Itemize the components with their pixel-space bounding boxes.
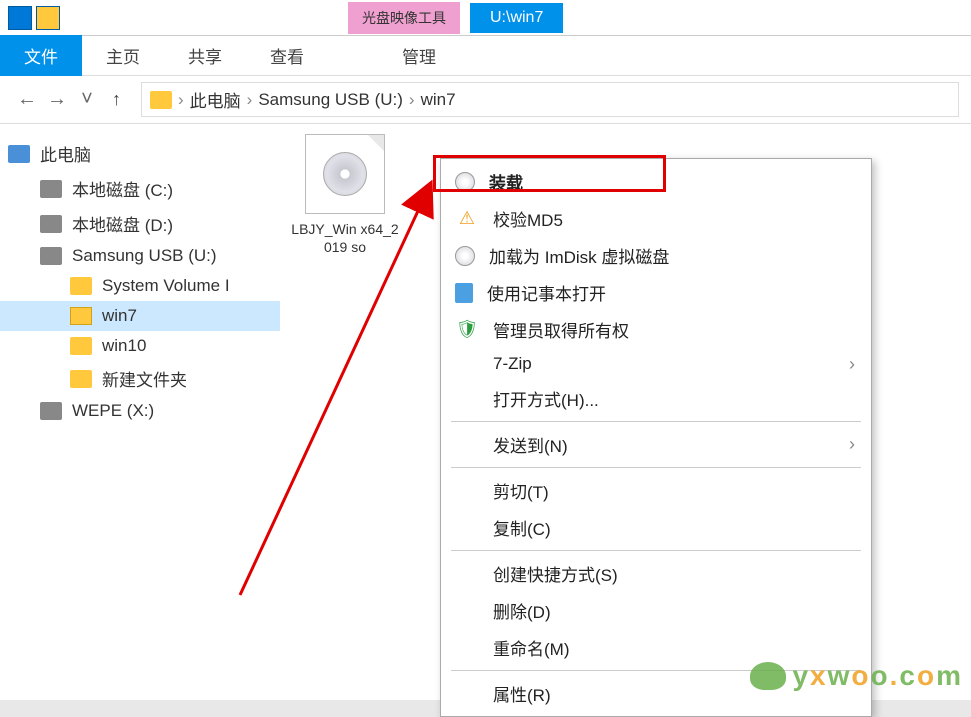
ctx-copy[interactable]: 复制(C) bbox=[441, 509, 871, 546]
tree-label: 新建文件夹 bbox=[102, 366, 187, 391]
watermark: yxwoo.com bbox=[750, 660, 963, 692]
chevron-right-icon: › bbox=[849, 354, 855, 375]
ctx-mount[interactable]: 装载 bbox=[441, 163, 871, 200]
ctx-label: 校验MD5 bbox=[493, 206, 563, 231]
folder-icon bbox=[70, 277, 92, 295]
ctx-openwith[interactable]: 打开方式(H)... bbox=[441, 380, 871, 417]
folder-open-icon bbox=[70, 307, 92, 325]
disc-icon bbox=[323, 152, 367, 196]
ctx-label: 复制(C) bbox=[493, 515, 551, 540]
watermark-logo-icon bbox=[750, 662, 786, 690]
ctx-label: 剪切(T) bbox=[493, 478, 549, 503]
disk-icon bbox=[40, 402, 62, 420]
ctx-label: 7-Zip bbox=[493, 354, 532, 374]
tree-label: System Volume I bbox=[102, 276, 230, 296]
tree-item-sysvol[interactable]: System Volume I bbox=[0, 271, 280, 301]
ctx-label: 使用记事本打开 bbox=[487, 280, 606, 305]
iso-file-icon bbox=[305, 134, 385, 214]
tree-item-win10[interactable]: win10 bbox=[0, 331, 280, 361]
nav-back-button[interactable]: ← bbox=[12, 88, 42, 111]
folder-icon bbox=[70, 337, 92, 355]
tree-label: 此电脑 bbox=[40, 141, 91, 166]
ctx-md5[interactable]: ⚠ 校验MD5 bbox=[441, 200, 871, 237]
ctx-label: 加载为 ImDisk 虚拟磁盘 bbox=[489, 243, 669, 268]
ctx-label: 装载 bbox=[489, 169, 523, 194]
context-menu: 装载 ⚠ 校验MD5 加载为 ImDisk 虚拟磁盘 使用记事本打开 🛡 管理员… bbox=[440, 158, 872, 717]
file-name-label: LBJY_Win x64_2019 so bbox=[290, 220, 400, 256]
pc-icon bbox=[8, 145, 30, 163]
chevron-right-icon: › bbox=[849, 434, 855, 455]
window-title: U:\win7 bbox=[470, 3, 563, 33]
tree-item-disk-c[interactable]: 本地磁盘 (C:) bbox=[0, 171, 280, 206]
breadcrumb[interactable]: › 此电脑 › Samsung USB (U:) › win7 bbox=[141, 82, 959, 117]
ctx-label: 重命名(M) bbox=[493, 635, 569, 660]
nav-up-button[interactable]: ↑ bbox=[102, 89, 131, 110]
ctx-7zip[interactable]: 7-Zip › bbox=[441, 348, 871, 380]
file-item-iso[interactable]: LBJY_Win x64_2019 so bbox=[290, 134, 400, 256]
breadcrumb-sep: › bbox=[247, 90, 253, 110]
tree-item-pc[interactable]: 此电脑 bbox=[0, 136, 280, 171]
breadcrumb-item-usb[interactable]: Samsung USB (U:) bbox=[258, 90, 403, 110]
separator bbox=[451, 467, 861, 468]
folder-icon bbox=[36, 6, 60, 30]
separator bbox=[451, 550, 861, 551]
separator bbox=[451, 421, 861, 422]
ctx-label: 打开方式(H)... bbox=[493, 386, 599, 411]
tab-share[interactable]: 共享 bbox=[164, 35, 246, 76]
tree-label: Samsung USB (U:) bbox=[72, 246, 217, 266]
tree-label: WEPE (X:) bbox=[72, 401, 154, 421]
ctx-label: 属性(R) bbox=[493, 681, 551, 706]
tab-manage[interactable]: 管理 bbox=[378, 35, 460, 76]
ctx-admin-own[interactable]: 🛡 管理员取得所有权 bbox=[441, 311, 871, 348]
disc-icon bbox=[455, 172, 475, 192]
ctx-label: 删除(D) bbox=[493, 598, 551, 623]
tree-item-wepe[interactable]: WEPE (X:) bbox=[0, 396, 280, 426]
watermark-text: yxwoo.com bbox=[792, 660, 963, 692]
titlebar-icons bbox=[0, 6, 68, 30]
nav-tree: 此电脑 本地磁盘 (C:) 本地磁盘 (D:) Samsung USB (U:)… bbox=[0, 124, 280, 700]
disc-icon bbox=[455, 246, 475, 266]
app-icon bbox=[8, 6, 32, 30]
ctx-notepad[interactable]: 使用记事本打开 bbox=[441, 274, 871, 311]
shield-warn-icon: ⚠ bbox=[455, 207, 479, 231]
navbar: ← → ˅ ↑ › 此电脑 › Samsung USB (U:) › win7 bbox=[0, 76, 971, 124]
breadcrumb-sep: › bbox=[178, 90, 184, 110]
tree-item-win7[interactable]: win7 bbox=[0, 301, 280, 331]
tab-home[interactable]: 主页 bbox=[82, 35, 164, 76]
ribbon-tabs: 文件 主页 共享 查看 管理 bbox=[0, 36, 971, 76]
breadcrumb-item-win7[interactable]: win7 bbox=[421, 90, 456, 110]
ctx-label: 发送到(N) bbox=[493, 432, 568, 457]
tree-item-newfolder[interactable]: 新建文件夹 bbox=[0, 361, 280, 396]
disk-icon bbox=[40, 180, 62, 198]
disk-icon bbox=[40, 247, 62, 265]
tree-label: 本地磁盘 (C:) bbox=[72, 176, 173, 201]
notepad-icon bbox=[455, 283, 473, 303]
ctx-sendto[interactable]: 发送到(N) › bbox=[441, 426, 871, 463]
tree-label: 本地磁盘 (D:) bbox=[72, 211, 173, 236]
nav-dropdown-icon[interactable]: ˅ bbox=[72, 88, 102, 111]
ctx-cut[interactable]: 剪切(T) bbox=[441, 472, 871, 509]
ctx-delete[interactable]: 删除(D) bbox=[441, 592, 871, 629]
ctx-label: 创建快捷方式(S) bbox=[493, 561, 618, 586]
tree-label: win10 bbox=[102, 336, 146, 356]
ctx-shortcut[interactable]: 创建快捷方式(S) bbox=[441, 555, 871, 592]
folder-icon bbox=[70, 370, 92, 388]
tree-item-disk-d[interactable]: 本地磁盘 (D:) bbox=[0, 206, 280, 241]
tree-label: win7 bbox=[102, 306, 137, 326]
titlebar: 光盘映像工具 U:\win7 bbox=[0, 0, 971, 36]
folder-icon bbox=[150, 91, 172, 109]
breadcrumb-sep: › bbox=[409, 90, 415, 110]
ctx-imdisk[interactable]: 加载为 ImDisk 虚拟磁盘 bbox=[441, 237, 871, 274]
nav-forward-button[interactable]: → bbox=[42, 88, 72, 111]
shield-green-icon: 🛡 bbox=[455, 318, 479, 342]
breadcrumb-item-pc[interactable]: 此电脑 bbox=[190, 87, 241, 112]
tab-file[interactable]: 文件 bbox=[0, 35, 82, 76]
ctx-label: 管理员取得所有权 bbox=[493, 317, 629, 342]
ribbon-context-tab: 光盘映像工具 bbox=[348, 2, 460, 34]
tab-view[interactable]: 查看 bbox=[246, 35, 328, 76]
tree-item-usb[interactable]: Samsung USB (U:) bbox=[0, 241, 280, 271]
disk-icon bbox=[40, 215, 62, 233]
